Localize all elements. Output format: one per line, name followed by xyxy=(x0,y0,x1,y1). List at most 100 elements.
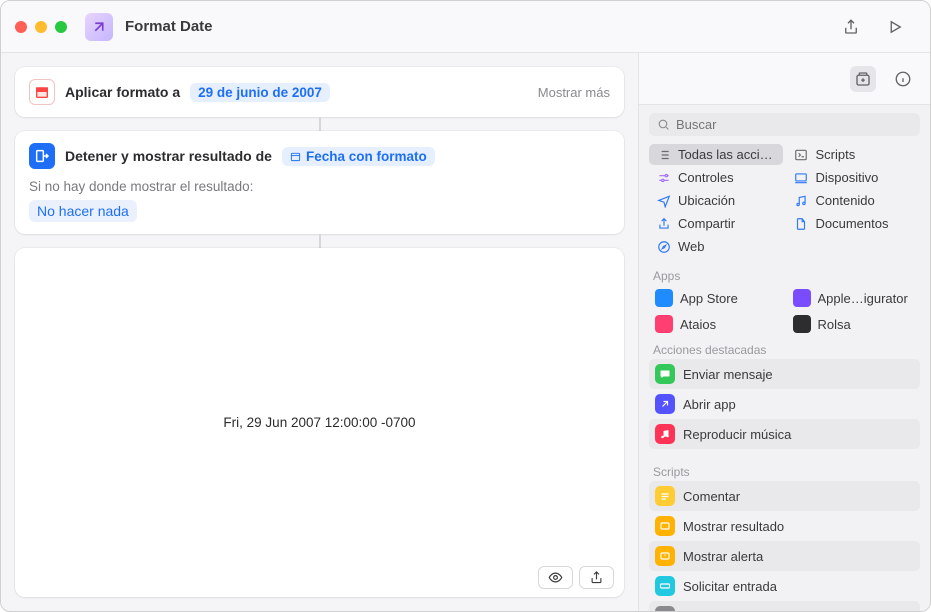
terminal-icon xyxy=(794,147,809,162)
note-icon xyxy=(794,193,809,208)
list-icon xyxy=(656,147,671,162)
search-icon xyxy=(657,118,670,131)
workflow-canvas: Aplicar formato a 29 de junio de 2007 Mo… xyxy=(1,53,638,611)
action-item[interactable]: Solicitar entrada xyxy=(649,571,920,601)
input-icon xyxy=(655,576,675,596)
app-label: Ataios xyxy=(680,317,716,332)
result-icon xyxy=(655,516,675,536)
no-output-option[interactable]: No hacer nada xyxy=(29,200,137,222)
action-stop-show-result[interactable]: Detener y mostrar resultado de Fecha con… xyxy=(15,131,624,234)
shortcut-icon xyxy=(85,13,113,41)
comment-icon xyxy=(655,486,675,506)
safari-icon xyxy=(656,239,671,254)
alert-icon xyxy=(655,546,675,566)
window-controls xyxy=(15,21,67,33)
share-result-button[interactable] xyxy=(579,566,614,589)
app-item[interactable]: Ataios xyxy=(649,311,783,337)
category-label: Documentos xyxy=(816,216,889,231)
variable-token[interactable]: Fecha con formato xyxy=(282,147,435,166)
date-token[interactable]: 29 de junio de 2007 xyxy=(190,83,330,102)
run-button[interactable] xyxy=(882,14,908,40)
action-item[interactable]: Comentar xyxy=(649,481,920,511)
category-location[interactable]: Ubicación xyxy=(649,190,783,211)
action-item[interactable]: Σ Contar xyxy=(649,601,920,611)
category-label: Compartir xyxy=(678,216,735,231)
action-label: Detener y mostrar resultado de xyxy=(65,148,272,164)
app-icon xyxy=(655,289,673,307)
no-output-label: Si no hay donde mostrar el resultado: xyxy=(29,179,610,194)
share-icon xyxy=(656,216,671,231)
exit-icon xyxy=(29,143,55,169)
result-preview: Fri, 29 Jun 2007 12:00:00 -0700 xyxy=(15,248,624,597)
open-icon xyxy=(655,394,675,414)
quicklook-button[interactable] xyxy=(538,566,573,589)
music-icon xyxy=(655,424,675,444)
search-input[interactable] xyxy=(649,113,920,136)
search-field[interactable] xyxy=(676,117,912,132)
category-doc[interactable]: Documentos xyxy=(787,213,921,234)
category-device[interactable]: Dispositivo xyxy=(787,167,921,188)
app-label: App Store xyxy=(680,291,738,306)
app-icon xyxy=(793,315,811,333)
app-window: Format Date Aplicar formato a 29 de juni… xyxy=(0,0,931,612)
category-safari[interactable]: Web xyxy=(649,236,783,257)
apps-section-label: Apps xyxy=(639,263,930,285)
count-icon: Σ xyxy=(655,606,675,611)
app-item[interactable]: Rolsa xyxy=(787,311,921,337)
action-label: Aplicar formato a xyxy=(65,84,180,100)
featured-section-label: Acciones destacadas xyxy=(639,337,930,359)
category-sliders[interactable]: Controles xyxy=(649,167,783,188)
result-text: Fri, 29 Jun 2007 12:00:00 -0700 xyxy=(15,248,624,597)
category-note[interactable]: Contenido xyxy=(787,190,921,211)
action-label: Enviar mensaje xyxy=(683,367,773,382)
action-item[interactable]: Mostrar alerta xyxy=(649,541,920,571)
action-format-date[interactable]: Aplicar formato a 29 de junio de 2007 Mo… xyxy=(15,67,624,117)
category-label: Controles xyxy=(678,170,734,185)
minimize-window-button[interactable] xyxy=(35,21,47,33)
action-label: Abrir app xyxy=(683,397,736,412)
doc-icon xyxy=(794,216,809,231)
connector-line xyxy=(319,234,321,248)
titlebar: Format Date xyxy=(1,1,930,53)
action-item[interactable]: Abrir app xyxy=(649,389,920,419)
action-item[interactable]: Enviar mensaje xyxy=(649,359,920,389)
action-label: Mostrar resultado xyxy=(683,519,784,534)
action-label: Comentar xyxy=(683,489,740,504)
app-label: Apple…igurator xyxy=(818,291,908,306)
message-icon xyxy=(655,364,675,384)
action-label: Solicitar entrada xyxy=(683,579,777,594)
action-label: Mostrar alerta xyxy=(683,549,763,564)
action-item[interactable]: Reproducir música xyxy=(649,419,920,449)
category-terminal[interactable]: Scripts xyxy=(787,144,921,165)
window-title: Format Date xyxy=(125,18,213,35)
app-icon xyxy=(793,289,811,307)
app-icon xyxy=(655,315,673,333)
close-window-button[interactable] xyxy=(15,21,27,33)
category-label: Web xyxy=(678,239,705,254)
device-icon xyxy=(794,170,809,185)
category-label: Todas las acci… xyxy=(678,147,773,162)
app-item[interactable]: App Store xyxy=(649,285,783,311)
calendar-icon xyxy=(29,79,55,105)
show-more-button[interactable]: Mostrar más xyxy=(538,85,610,100)
category-list[interactable]: Todas las acci… xyxy=(649,144,783,165)
action-library-sidebar: Todas las acci… Scripts Controles Dispositi… xyxy=(638,53,930,611)
action-label: Contar xyxy=(683,609,722,612)
category-label: Contenido xyxy=(816,193,875,208)
sliders-icon xyxy=(656,170,671,185)
scripts-section-label: Scripts xyxy=(639,459,930,481)
app-item[interactable]: Apple…igurator xyxy=(787,285,921,311)
library-button[interactable] xyxy=(850,66,876,92)
category-share[interactable]: Compartir xyxy=(649,213,783,234)
category-label: Scripts xyxy=(816,147,856,162)
action-item[interactable]: Mostrar resultado xyxy=(649,511,920,541)
connector-line xyxy=(319,117,321,131)
location-icon xyxy=(656,193,671,208)
category-label: Dispositivo xyxy=(816,170,879,185)
fullscreen-window-button[interactable] xyxy=(55,21,67,33)
info-button[interactable] xyxy=(890,66,916,92)
app-label: Rolsa xyxy=(818,317,851,332)
category-label: Ubicación xyxy=(678,193,735,208)
share-button[interactable] xyxy=(838,14,864,40)
action-label: Reproducir música xyxy=(683,427,791,442)
